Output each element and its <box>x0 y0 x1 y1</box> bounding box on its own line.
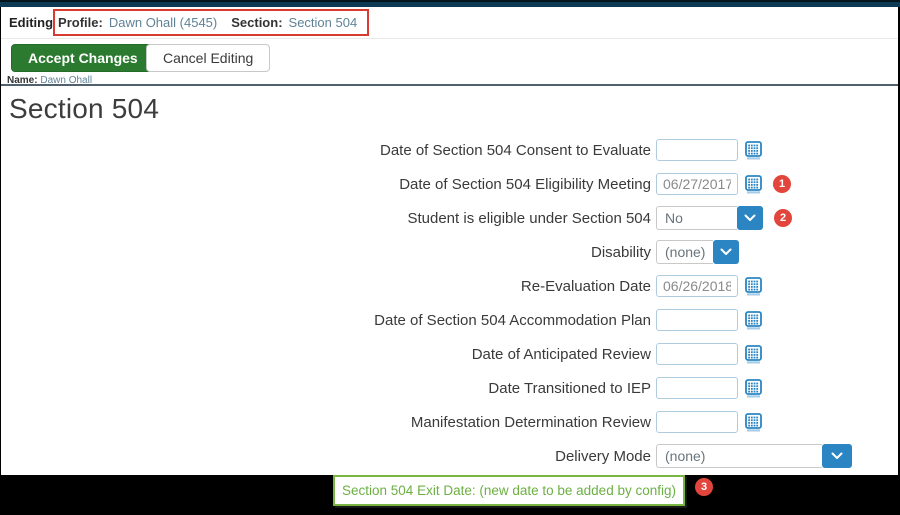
form-row: Student is eligible under Section 504 No… <box>1 206 898 230</box>
form-rows: Date of Section 504 Consent to Evaluate <box>1 138 898 468</box>
date-input[interactable] <box>656 139 738 161</box>
editing-header: Editing Profile: Dawn Ohall (4545) Secti… <box>1 7 898 39</box>
date-control <box>656 139 762 161</box>
date-input[interactable] <box>656 275 738 297</box>
form-row: Disability (none) <box>1 240 898 264</box>
select: (none) <box>656 444 852 468</box>
field-control <box>656 411 762 433</box>
field-label: Date Transitioned to IEP <box>1 380 651 397</box>
date-input[interactable] <box>656 377 738 399</box>
step-badge: 2 <box>774 209 792 227</box>
chevron-down-icon[interactable] <box>737 206 763 230</box>
page-title: Section 504 <box>9 93 898 125</box>
field-control: (none) <box>656 444 852 468</box>
step-badge: 3 <box>695 478 713 496</box>
field-control <box>656 377 762 399</box>
toolbar: Accept Changes Cancel Editing Name: Dawn… <box>1 39 898 86</box>
form-row: Delivery Mode (none) <box>1 444 898 468</box>
field-control <box>656 309 762 331</box>
cancel-editing-button[interactable]: Cancel Editing <box>146 44 270 72</box>
editing-label: Editing <box>9 15 53 30</box>
section-value: Section 504 <box>289 15 358 30</box>
field-control <box>656 173 762 195</box>
field-label: Manifestation Determination Review <box>1 414 651 431</box>
field-control <box>656 139 762 161</box>
student-name-line: Name: Dawn Ohall <box>7 75 92 86</box>
section-content: Section 504 Date of Section 504 Consent … <box>1 93 898 468</box>
date-control <box>656 411 762 433</box>
date-control <box>656 173 762 195</box>
field-label: Date of Section 504 Eligibility Meeting <box>1 176 651 193</box>
profile-value: Dawn Ohall (4545) <box>109 15 217 30</box>
field-control <box>656 275 762 297</box>
date-input[interactable] <box>656 173 738 195</box>
select-value[interactable]: (none) <box>656 444 822 468</box>
field-label: Delivery Mode <box>1 448 651 465</box>
field-control: (none) <box>656 240 725 264</box>
select: No <box>656 206 763 230</box>
field-label: Re-Evaluation Date <box>1 278 651 295</box>
calendar-icon[interactable] <box>745 141 762 160</box>
app-window: Editing Profile: Dawn Ohall (4545) Secti… <box>0 0 900 515</box>
date-control <box>656 343 762 365</box>
section-label: Section: <box>231 15 282 30</box>
date-input[interactable] <box>656 309 738 331</box>
select-value[interactable]: (none) <box>656 240 713 264</box>
date-control <box>656 275 762 297</box>
date-input[interactable] <box>656 411 738 433</box>
chevron-down-icon[interactable] <box>713 240 739 264</box>
calendar-icon[interactable] <box>745 379 762 398</box>
exit-date-callout: Section 504 Exit Date: (new date to be a… <box>333 475 685 506</box>
profile-label: Profile: <box>58 15 103 30</box>
step-badge: 1 <box>773 175 791 193</box>
calendar-icon[interactable] <box>745 311 762 330</box>
form-row: Re-Evaluation Date <box>1 274 898 298</box>
form-row: Manifestation Determination Review <box>1 410 898 434</box>
accept-changes-button[interactable]: Accept Changes <box>11 44 155 72</box>
name-value: Dawn Ohall <box>40 75 92 86</box>
form-row: Date Transitioned to IEP <box>1 376 898 400</box>
form-row: Date of Anticipated Review <box>1 342 898 366</box>
calendar-icon[interactable] <box>745 413 762 432</box>
field-label: Date of Section 504 Consent to Evaluate <box>1 142 651 159</box>
field-label: Student is eligible under Section 504 <box>1 210 651 227</box>
field-label: Date of Anticipated Review <box>1 346 651 363</box>
calendar-icon[interactable] <box>745 175 762 194</box>
profile-red-outline: Profile: Dawn Ohall (4545) Section: Sect… <box>53 9 369 36</box>
form-row: Date of Section 504 Eligibility Meeting <box>1 172 898 196</box>
name-label: Name: <box>7 75 38 86</box>
top-navy-bar <box>0 0 900 7</box>
field-control <box>656 343 762 365</box>
main-panel: Editing Profile: Dawn Ohall (4545) Secti… <box>1 7 898 475</box>
select: (none) <box>656 240 725 264</box>
date-control <box>656 377 762 399</box>
field-label: Date of Section 504 Accommodation Plan <box>1 312 651 329</box>
field-control: No <box>656 206 763 230</box>
form-row: Date of Section 504 Consent to Evaluate <box>1 138 898 162</box>
date-control <box>656 309 762 331</box>
calendar-icon[interactable] <box>745 345 762 364</box>
select-value[interactable]: No <box>656 206 737 230</box>
calendar-icon[interactable] <box>745 277 762 296</box>
form-row: Date of Section 504 Accommodation Plan <box>1 308 898 332</box>
date-input[interactable] <box>656 343 738 365</box>
chevron-down-icon[interactable] <box>822 444 852 468</box>
field-label: Disability <box>1 244 651 261</box>
